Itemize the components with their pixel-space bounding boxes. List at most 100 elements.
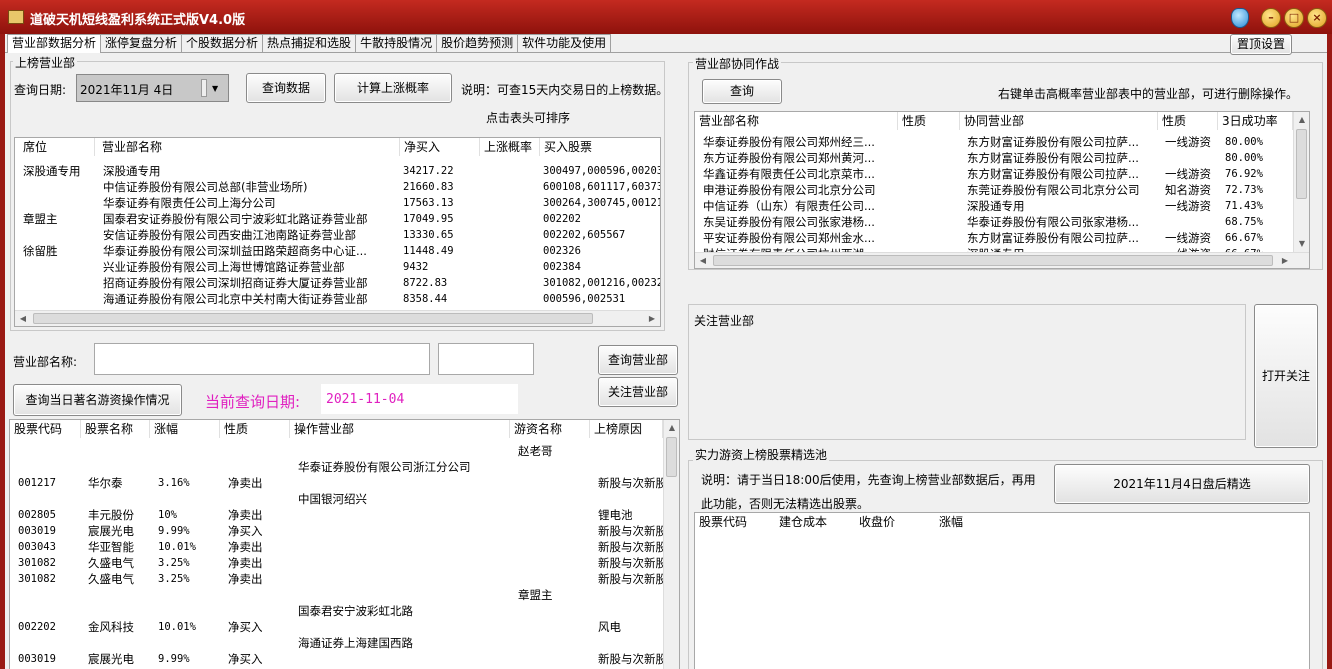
col-investor-name[interactable]: 游资名称 — [510, 420, 590, 438]
col-up-prob[interactable]: 上涨概率 — [480, 138, 540, 156]
table-cell: 丰元股份 — [88, 508, 134, 522]
after-close-pick-button[interactable]: 2021年11月4日盘后精选 — [1054, 464, 1310, 504]
table-row[interactable]: 招商证券股份有限公司深圳招商证券大厦证券营业部 8722.83 301082,001… — [15, 275, 660, 291]
table-row[interactable]: 徐留胜 华泰证券股份有限公司深圳益田路荣超商务中心证... 11448.49 0023… — [15, 243, 660, 259]
date-spin-icon — [201, 79, 207, 97]
pin-settings-button[interactable]: 置顶设置 — [1230, 34, 1292, 55]
coop-scroll-right-icon[interactable]: ▶ — [1277, 253, 1293, 268]
coop-query-button[interactable]: 查询 — [702, 79, 782, 104]
col-partner-nature[interactable]: 性质 — [1158, 112, 1218, 130]
table-row[interactable]: 海通证券上海建国西路 — [10, 635, 679, 651]
col-bought-stocks[interactable]: 买入股票 — [540, 138, 660, 156]
table-cell: 71.43% — [1225, 200, 1263, 212]
horizontal-scrollbar[interactable]: ◀ ▶ — [15, 310, 660, 326]
table-row[interactable]: 赵老哥 — [10, 443, 679, 459]
query-data-button[interactable]: 查询数据 — [246, 73, 326, 103]
chevron-down-icon[interactable]: ▼ — [212, 84, 218, 93]
tab-trend[interactable]: 股价趋势预测 — [436, 34, 519, 52]
table-row[interactable]: 东吴证券股份有限公司张家港杨... 华泰证券股份有限公司张家港杨... 68.75% — [695, 214, 1309, 230]
scroll-up-icon[interactable]: ▲ — [664, 420, 679, 436]
table-row[interactable]: 海通证券股份有限公司北京中关村南大街证券营业部 8358.44 000596,002… — [15, 291, 660, 307]
table-row[interactable]: 深股通专用 深股通专用 34217.22 300497,000596,002036 — [15, 163, 660, 179]
coop-scroll-down-icon[interactable]: ▼ — [1294, 236, 1309, 252]
table-cell — [14, 635, 84, 651]
table-row[interactable]: 国泰君安宁波彩虹北路 — [10, 603, 679, 619]
table-row[interactable]: 申港证券股份有限公司北京分公司 东莞证券股份有限公司北京分公司 知名游资 72.73% — [695, 182, 1309, 198]
vertical-scrollbar[interactable]: ▲ — [663, 420, 679, 669]
table-row[interactable]: 章盟主 — [10, 587, 679, 603]
table-row[interactable]: 中国银河绍兴 — [10, 491, 679, 507]
col-pick-change[interactable]: 涨幅 — [935, 513, 1015, 531]
table-row[interactable]: 003019 宸展光电 9.99% 净买入 新股与次新股 — [10, 651, 679, 667]
tab-stock-analysis[interactable]: 个股数据分析 — [181, 34, 264, 52]
dept-code-input[interactable] — [438, 343, 534, 375]
table-row[interactable]: 中信证券（山东）有限责任公司... 深股通专用 一线游资 71.43% — [695, 198, 1309, 214]
col-partner-dept[interactable]: 协同营业部 — [960, 112, 1158, 130]
col-stock-name[interactable]: 股票名称 — [81, 420, 150, 438]
col-dept-name[interactable]: 营业部名称 — [98, 138, 400, 156]
tab-hotspot[interactable]: 热点捕捉和选股 — [262, 34, 357, 52]
table-row[interactable]: 平安证券股份有限公司郑州金水... 东方财富证券股份有限公司拉萨... 一线游资 66… — [695, 230, 1309, 246]
coop-scroll-up-icon[interactable]: ▲ — [1294, 112, 1309, 128]
col-reason[interactable]: 上榜原因 — [590, 420, 663, 438]
table-row[interactable]: 华泰证券股份有限公司郑州经三... 东方财富证券股份有限公司拉萨... 一线游资 80… — [695, 134, 1309, 150]
tab-investor-holdings[interactable]: 牛散持股情况 — [355, 34, 438, 52]
coop-hscroll-thumb[interactable] — [713, 255, 1273, 266]
tab-help[interactable]: 软件功能及使用 — [517, 34, 612, 52]
scroll-thumb[interactable] — [33, 313, 593, 324]
table-row[interactable]: 002805 丰元股份 10% 净卖出 锂电池 — [10, 507, 679, 523]
table-row[interactable]: 003019 宸展光电 9.99% 净买入 新股与次新股 — [10, 523, 679, 539]
coop-scroll-left-icon[interactable]: ◀ — [695, 253, 711, 268]
close-button[interactable]: × — [1307, 8, 1327, 28]
tab-dept-analysis[interactable]: 营业部数据分析 — [7, 34, 102, 53]
scroll-thumb-vertical[interactable] — [666, 437, 677, 477]
table-row[interactable]: 华泰证券有限责任公司上海分公司 17563.13 300264,300745,001… — [15, 195, 660, 211]
col-nature[interactable]: 性质 — [220, 420, 290, 438]
col-coop-nature[interactable]: 性质 — [898, 112, 960, 130]
date-picker[interactable]: 2021年11月 4日 ▼ — [76, 74, 229, 102]
dept-name-input[interactable] — [94, 343, 430, 375]
skin-icon[interactable] — [1231, 8, 1249, 28]
table-row[interactable]: 301082 久盛电气 3.25% 净卖出 新股与次新股 — [10, 555, 679, 571]
table-cell: 净卖出 — [228, 476, 263, 490]
coop-scroll-thumb[interactable] — [1296, 129, 1307, 199]
minimize-button[interactable]: – — [1261, 8, 1281, 28]
table-row[interactable]: 兴业证券股份有限公司上海世博馆路证券营业部 9432 002384 — [15, 259, 660, 275]
open-follow-button[interactable]: 打开关注 — [1254, 304, 1318, 448]
col-pick-close[interactable]: 收盘价 — [855, 513, 935, 531]
table-row[interactable]: 华泰证券股份有限公司浙江分公司 — [10, 459, 679, 475]
table-cell — [14, 587, 84, 603]
col-pick-code[interactable]: 股票代码 — [695, 513, 775, 531]
tab-limit-review[interactable]: 涨停复盘分析 — [100, 34, 183, 52]
table-row[interactable]: 002202 金风科技 10.01% 净买入 风电 — [10, 619, 679, 635]
table-row[interactable]: 安信证券股份有限公司西安曲江池南路证券营业部 13330.65 002202,605… — [15, 227, 660, 243]
table-row[interactable]: 301082 久盛电气 3.25% 净卖出 新股与次新股 — [10, 571, 679, 587]
table-row[interactable]: 华鑫证券有限责任公司北京菜市... 东方财富证券股份有限公司拉萨... 一线游资 76… — [695, 166, 1309, 182]
calc-probability-button[interactable]: 计算上涨概率 — [334, 73, 452, 103]
table-cell — [224, 443, 294, 459]
follow-dept-button[interactable]: 关注营业部 — [598, 377, 678, 407]
col-pick-cost[interactable]: 建仓成本 — [775, 513, 855, 531]
col-change[interactable]: 涨幅 — [150, 420, 220, 438]
col-net-buy[interactable]: 净买入 — [400, 138, 480, 156]
table-row[interactable]: 章盟主 国泰君安证券股份有限公司宁波彩虹北路证券营业部 17049.95 002202 — [15, 211, 660, 227]
table-row[interactable]: 003043 华亚智能 10.01% 净卖出 新股与次新股 — [10, 539, 679, 555]
col-stock-code[interactable]: 股票代码 — [10, 420, 81, 438]
maximize-button[interactable]: □ — [1284, 8, 1304, 28]
table-cell — [479, 275, 539, 291]
table-row[interactable]: 中信证券股份有限公司总部(非营业场所) 21660.83 600108,601117… — [15, 179, 660, 195]
table-row[interactable]: 001217 华尔泰 3.16% 净卖出 新股与次新股 — [10, 475, 679, 491]
scroll-left-icon[interactable]: ◀ — [15, 311, 31, 326]
col-coop-dept[interactable]: 营业部名称 — [695, 112, 898, 130]
famous-investor-button[interactable]: 查询当日著名游资操作情况 — [13, 384, 182, 416]
col-operating-dept[interactable]: 操作营业部 — [290, 420, 510, 438]
coop-horizontal-scrollbar[interactable]: ◀ ▶ — [695, 252, 1309, 268]
scroll-right-icon[interactable]: ▶ — [644, 311, 660, 326]
table-cell: 9.99% — [158, 653, 190, 665]
table-cell — [14, 459, 84, 475]
col-seat[interactable]: 席位 — [15, 138, 95, 156]
coop-vertical-scrollbar[interactable]: ▲ ▼ — [1293, 112, 1309, 252]
table-row[interactable]: 东方证券股份有限公司郑州黄河... 东方财富证券股份有限公司拉萨... 80.00% — [695, 150, 1309, 166]
col-success-rate[interactable]: 3日成功率 — [1218, 112, 1293, 130]
query-dept-button[interactable]: 查询营业部 — [598, 345, 678, 375]
